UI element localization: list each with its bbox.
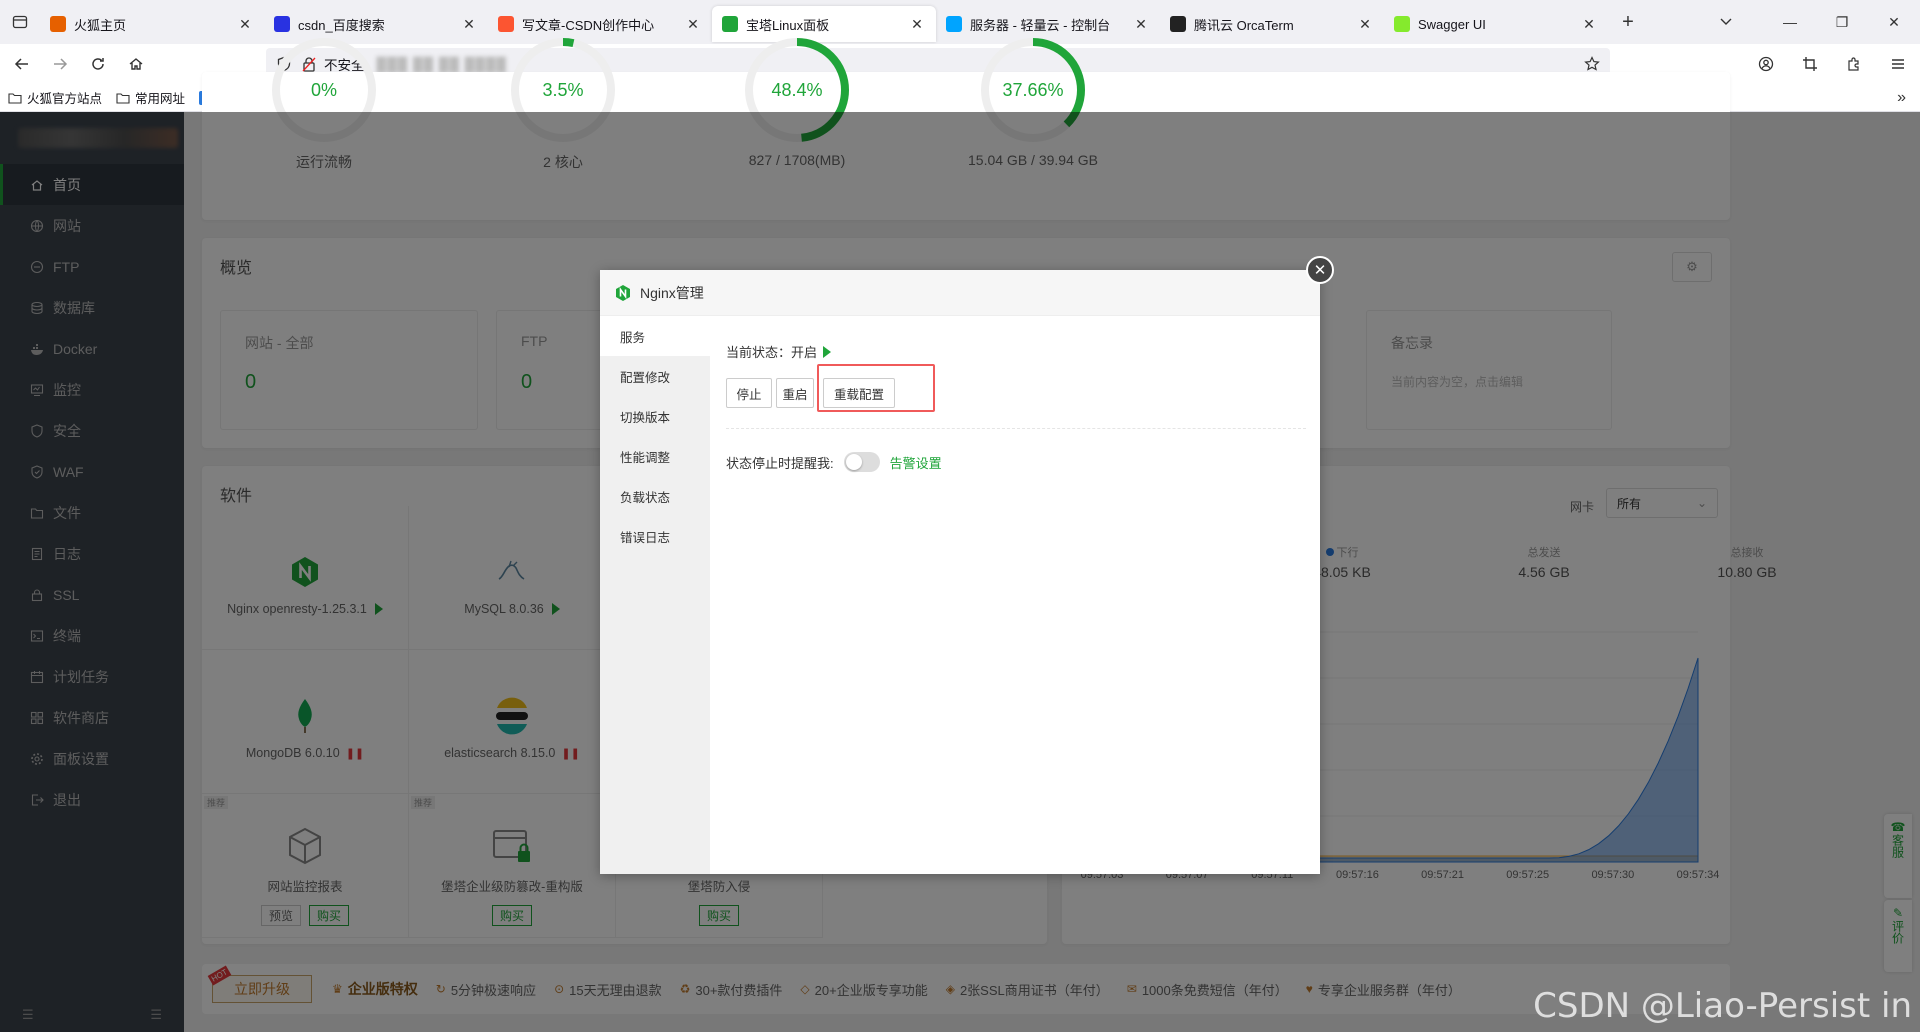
close-icon[interactable]: ✕ [1306, 256, 1334, 284]
bookmark-item[interactable]: 常用网址 [116, 88, 185, 107]
tab-list-icon[interactable] [0, 0, 40, 44]
dialog-nav-item[interactable]: 服务 [600, 316, 710, 356]
nginx-status-label: 当前状态：开启 [726, 345, 818, 360]
tab-favicon-icon [1170, 16, 1186, 32]
window-controls: — ❐ ✕ [1764, 0, 1920, 44]
tab-close-icon[interactable]: ✕ [1580, 16, 1598, 33]
dialog-nav-item[interactable]: 负载状态 [600, 476, 710, 516]
alert-toggle[interactable] [843, 452, 880, 472]
url-text[interactable]: ███ ██ ██ ████ [377, 57, 507, 72]
browser-tab[interactable]: Swagger UI ✕ [1384, 6, 1608, 42]
forward-icon[interactable] [44, 48, 76, 80]
folder-icon [116, 91, 130, 105]
list-all-tabs-icon[interactable] [1706, 0, 1746, 44]
tab-favicon-icon [946, 16, 962, 32]
bookmark-star-icon[interactable] [1584, 56, 1600, 72]
tab-close-icon[interactable]: ✕ [460, 16, 478, 33]
tab-title: 写文章-CSDN创作中心 [522, 17, 655, 33]
gauge-value: 3.5% [542, 80, 583, 100]
tab-close-icon[interactable]: ✕ [236, 16, 254, 33]
tab-title: Swagger UI [1418, 16, 1486, 32]
tab-favicon-icon [498, 16, 514, 32]
dialog-nav-item[interactable]: 性能调整 [600, 436, 710, 476]
dialog-title: Nginx管理 [640, 284, 704, 301]
alert-label: 状态停止时提醒我: [726, 455, 834, 471]
divider [726, 428, 1306, 429]
alert-setting-row: 状态停止时提醒我: 告警设置 [726, 452, 942, 472]
account-icon[interactable] [1744, 56, 1788, 72]
tab-close-icon[interactable]: ✕ [684, 16, 702, 33]
tab-title: 腾讯云 OrcaTerm [1194, 17, 1294, 33]
gauge-value: 48.4% [771, 80, 822, 100]
dialog-nav-item[interactable]: 配置修改 [600, 356, 710, 396]
restore-icon[interactable]: ❐ [1816, 0, 1868, 44]
bookmark-label: 常用网址 [135, 92, 186, 106]
bookmark-label: 火狐官方站点 [27, 92, 103, 106]
reload-config-button[interactable]: 重载配置 [823, 378, 895, 408]
dialog-body: 当前状态：开启 停止 重启 重载配置 状态停止时提醒我: 告警设置 [710, 316, 1320, 874]
gauge-value: 37.66% [1002, 80, 1063, 100]
alert-settings-link[interactable]: 告警设置 [890, 453, 942, 472]
toolbar-right [1744, 44, 1920, 84]
restart-button[interactable]: 重启 [776, 378, 814, 408]
tab-title: 火狐主页 [74, 17, 127, 33]
dialog-header: Nginx管理 [600, 270, 1320, 316]
tab-close-icon[interactable]: ✕ [1132, 16, 1150, 33]
home-icon[interactable] [120, 48, 152, 80]
bookmark-item[interactable]: 火狐官方站点 [8, 88, 102, 107]
tab-title: csdn_百度搜索 [298, 17, 385, 33]
nginx-manage-dialog: Nginx管理 ✕ 服务 配置修改 切换版本 性能调整 负载状态 错误日志 当前状态：开启… [600, 256, 1334, 874]
extensions-icon[interactable] [1832, 56, 1876, 72]
watermark-text: CSDN @Liao-Persist in [1533, 986, 1912, 1026]
new-tab-button[interactable]: + [1608, 11, 1648, 34]
screenshot-icon[interactable] [1788, 56, 1832, 72]
more-bookmarks-icon[interactable]: » [1897, 84, 1906, 112]
dialog-nav-item[interactable]: 错误日志 [600, 516, 710, 556]
browser-tab[interactable]: 腾讯云 OrcaTerm ✕ [1160, 6, 1384, 42]
minimize-icon[interactable]: — [1764, 0, 1816, 44]
dialog-nav-item[interactable]: 切换版本 [600, 396, 710, 436]
menu-icon[interactable] [1876, 56, 1920, 72]
tab-favicon-icon [1394, 16, 1410, 32]
reload-icon[interactable] [82, 48, 114, 80]
folder-icon [8, 91, 22, 105]
tab-close-icon[interactable]: ✕ [908, 16, 926, 33]
back-icon[interactable] [6, 48, 38, 80]
tab-title: 宝塔Linux面板 [746, 17, 830, 33]
dialog-nav: 服务 配置修改 切换版本 性能调整 负载状态 错误日志 [600, 316, 710, 874]
stop-button[interactable]: 停止 [726, 378, 772, 408]
close-window-icon[interactable]: ✕ [1868, 0, 1920, 44]
nginx-status: 当前状态：开启 [726, 342, 832, 361]
running-icon [823, 345, 832, 358]
tab-favicon-icon [50, 16, 66, 32]
tab-favicon-icon [722, 16, 738, 32]
tab-title: 服务器 - 轻量云 - 控制台 [970, 17, 1111, 33]
tab-favicon-icon [274, 16, 290, 32]
gauge-value: 0% [311, 80, 337, 100]
nginx-logo-icon [616, 284, 630, 301]
browser-tab[interactable]: 火狐主页 ✕ [40, 6, 264, 42]
tab-close-icon[interactable]: ✕ [1356, 16, 1374, 33]
